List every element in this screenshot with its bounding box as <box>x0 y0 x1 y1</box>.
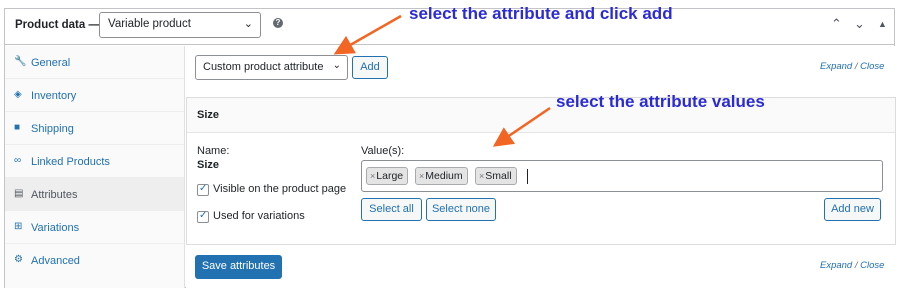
arrow-to-values <box>492 106 551 147</box>
arrow-to-attribute-select <box>333 14 402 55</box>
annotation-arrows <box>333 14 551 147</box>
